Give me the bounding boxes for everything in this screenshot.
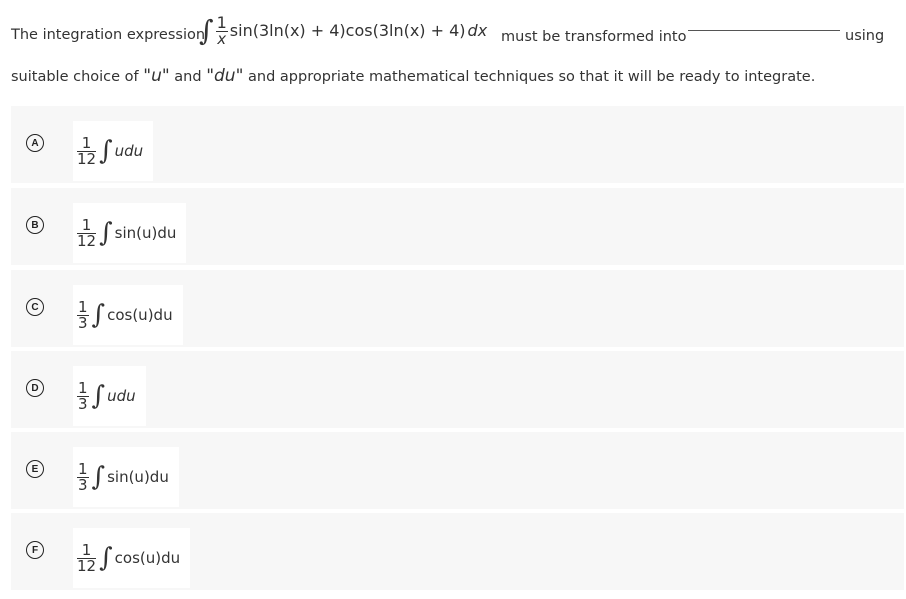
option-body: cos(u)du: [107, 306, 173, 324]
option-d[interactable]: D 13 ∫ udu: [11, 351, 904, 428]
fraction-denominator: x: [217, 29, 227, 48]
option-body: udu: [107, 387, 136, 405]
option-letter-c-icon[interactable]: C: [26, 298, 44, 316]
fraction: 1 x: [215, 12, 228, 48]
integral-symbol: ∫: [91, 381, 106, 411]
option-formula: 1 12 ∫ udu: [73, 121, 154, 181]
option-formula: 1 12 ∫ cos(u)du: [73, 528, 191, 588]
differential: dx: [467, 21, 488, 40]
option-numerator: 1: [78, 297, 88, 316]
option-letter-f-icon[interactable]: F: [26, 541, 44, 559]
option-body: cos(u)du: [114, 549, 181, 567]
option-body: sin(u)du: [107, 468, 169, 486]
fraction-numerator: 1: [216, 12, 227, 32]
option-f[interactable]: F 1 12 ∫ cos(u)du: [11, 513, 904, 590]
option-formula: 13 ∫ sin(u)du: [73, 447, 179, 507]
integral-symbol: ∫: [99, 136, 113, 166]
option-numerator: 1: [78, 378, 88, 397]
answer-blank: [688, 30, 840, 31]
integral-symbol: ∫: [99, 543, 113, 573]
option-numerator: 1: [81, 133, 92, 152]
question-suffix: using: [845, 28, 885, 44]
line2-part1: suitable choice of: [11, 69, 139, 85]
option-denominator: 12: [77, 556, 97, 575]
option-denominator: 12: [77, 149, 97, 168]
option-formula: 1 12 ∫ sin(u)du: [73, 203, 187, 263]
line2-part2: and appropriate mathematical techniques …: [248, 69, 816, 85]
option-b[interactable]: B 1 12 ∫ sin(u)du: [11, 188, 904, 265]
question-line-1: The integration expression ∫ 1 x sin(3ln…: [11, 14, 901, 54]
option-a[interactable]: A 1 12 ∫ udu: [11, 106, 904, 183]
option-letter-b-icon[interactable]: B: [26, 216, 44, 234]
option-letter-e-icon[interactable]: E: [26, 460, 44, 478]
integral-symbol: ∫: [99, 218, 113, 248]
option-denominator: 3: [78, 475, 88, 494]
option-denominator: 12: [77, 231, 97, 250]
question-prefix: The integration expression: [11, 27, 206, 43]
option-denominator: 3: [78, 394, 88, 413]
option-letter-d-icon[interactable]: D: [26, 379, 44, 397]
du-variable: "du": [206, 66, 244, 86]
and-word: and: [174, 69, 202, 85]
integrand: sin(3ln(x) + 4)cos(3ln(x) + 4): [229, 21, 466, 40]
option-letter-a-icon[interactable]: A: [26, 134, 44, 152]
question-line-2: suitable choice of "u" and "du" and appr…: [11, 66, 815, 86]
option-numerator: 1: [81, 540, 92, 559]
question-expression: ∫ 1 x sin(3ln(x) + 4)cos(3ln(x) + 4) dx: [199, 14, 487, 47]
option-denominator: 3: [78, 313, 88, 332]
integral-symbol: ∫: [91, 300, 106, 330]
integral-symbol: ∫: [91, 462, 106, 492]
option-body: udu: [114, 142, 144, 160]
option-c[interactable]: C 13 ∫ cos(u)du: [11, 270, 904, 347]
option-numerator: 1: [78, 459, 88, 478]
u-variable: "u": [143, 66, 170, 86]
option-formula: 13 ∫ udu: [73, 366, 146, 426]
option-e[interactable]: E 13 ∫ sin(u)du: [11, 432, 904, 509]
option-numerator: 1: [81, 215, 92, 234]
question-middle: must be transformed into: [501, 29, 687, 45]
option-body: sin(u)du: [114, 224, 177, 242]
integral-symbol: ∫: [199, 14, 214, 47]
option-formula: 13 ∫ cos(u)du: [73, 285, 183, 345]
